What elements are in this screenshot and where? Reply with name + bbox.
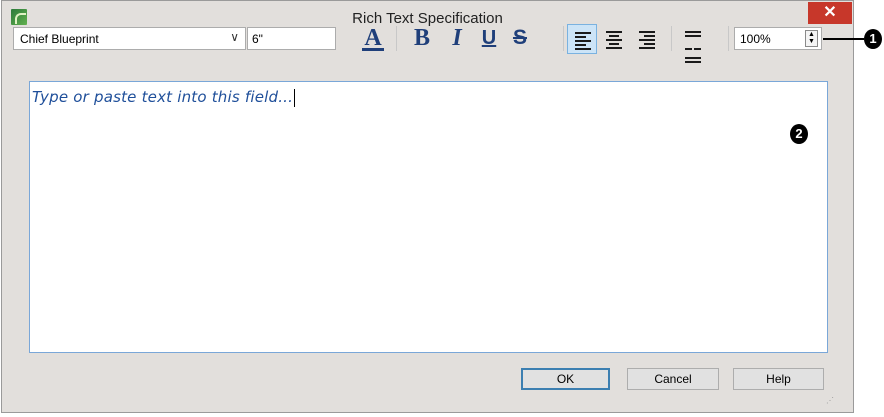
close-button[interactable]: ✕ (808, 2, 852, 24)
font-size-input[interactable]: 6" (247, 27, 336, 50)
text-color-button[interactable]: A (359, 24, 387, 52)
font-size-value: 6" (252, 32, 263, 46)
underline-button[interactable]: U (475, 24, 503, 52)
zoom-spinner[interactable]: ▲ ▼ (805, 30, 818, 47)
paragraph-button[interactable] (678, 24, 708, 63)
callout-marker-1: 1 (864, 29, 882, 49)
align-center-button[interactable] (599, 24, 629, 54)
text-color-swatch (362, 48, 384, 51)
toolbar-separator (728, 26, 729, 51)
cancel-button[interactable]: Cancel (627, 368, 719, 390)
callout-marker-2: 2 (790, 124, 808, 144)
resize-grip-icon[interactable]: ⋰ (826, 396, 836, 406)
toolbar-separator (396, 26, 397, 51)
ok-button[interactable]: OK (521, 368, 610, 390)
rich-text-placeholder: Type or paste text into this field... (32, 88, 296, 107)
help-button[interactable]: Help (733, 368, 824, 390)
toolbar-separator (671, 26, 672, 51)
font-dropdown-value: Chief Blueprint (20, 32, 99, 46)
spin-up-icon[interactable]: ▲ (806, 31, 817, 38)
callout-leader-line (823, 38, 864, 40)
align-center-icon (606, 31, 622, 51)
align-right-icon (639, 31, 655, 51)
align-left-icon (575, 32, 591, 52)
strikethrough-button[interactable]: S (506, 24, 534, 52)
chevron-down-icon: ∨ (230, 30, 239, 44)
rich-text-field[interactable]: Type or paste text into this field... (29, 81, 828, 353)
bold-button[interactable]: B (408, 24, 436, 52)
paragraph-format-icon (685, 31, 701, 65)
font-dropdown[interactable]: Chief Blueprint ∨ (13, 27, 246, 50)
italic-button[interactable]: I (443, 24, 471, 52)
zoom-value: 100% (740, 32, 771, 46)
zoom-input[interactable]: 100% ▲ ▼ (734, 27, 822, 50)
spin-down-icon[interactable]: ▼ (806, 38, 817, 45)
align-left-button[interactable] (567, 24, 597, 54)
text-caret (294, 88, 296, 107)
toolbar-separator (563, 26, 564, 51)
align-right-button[interactable] (632, 24, 662, 54)
